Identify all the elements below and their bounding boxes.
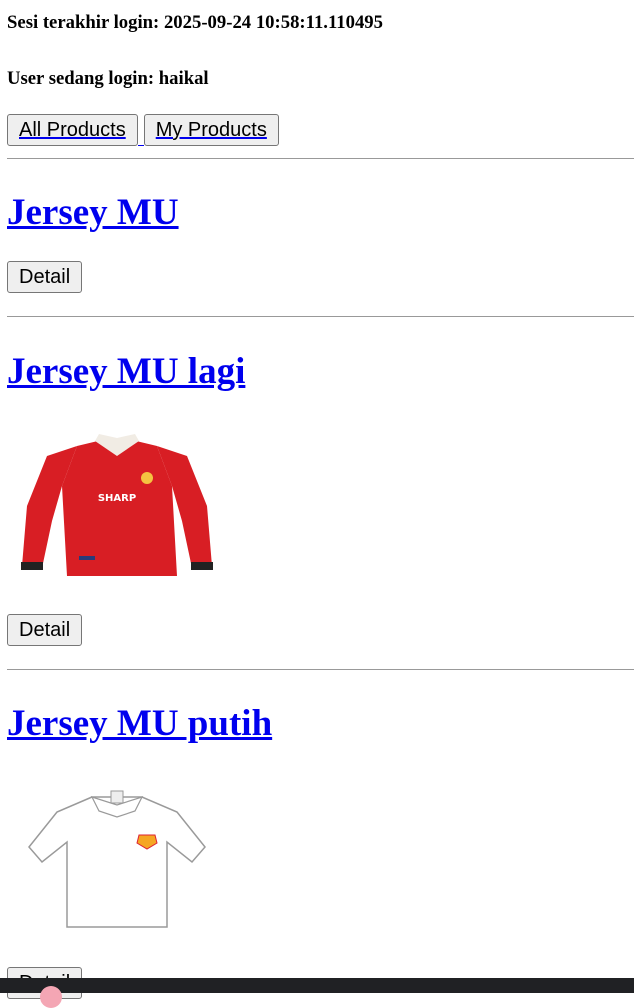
product-title: Jersey MU [7, 191, 634, 235]
product-name-link[interactable]: Jersey MU lagi [7, 351, 245, 392]
detail-button[interactable]: Detail [7, 614, 83, 646]
product-image: SHARP [7, 426, 634, 586]
taskbar [0, 978, 634, 1008]
product-name-link[interactable]: Jersey MU putih [7, 703, 272, 744]
all-products-button[interactable]: All Products [7, 114, 138, 146]
white-jersey-image [28, 790, 206, 928]
product-name-link[interactable]: Jersey MU [7, 192, 179, 233]
product-card: Jersey MU putih Detail [7, 670, 634, 999]
product-title: Jersey MU lagi [7, 350, 634, 394]
product-card: Jersey MU Detail [7, 159, 634, 293]
detail-button[interactable]: Detail [7, 261, 83, 293]
red-jersey-image: SHARP [21, 434, 213, 576]
product-title: Jersey MU putih [7, 702, 634, 746]
product-image [7, 777, 634, 937]
page: Sesi terakhir login: 2025-09-24 10:58:11… [0, 0, 634, 999]
my-products-link[interactable]: My Products [143, 114, 279, 146]
my-products-button[interactable]: My Products [143, 114, 279, 146]
product-filter-nav: All Products My Products [7, 114, 634, 146]
product-card: Jersey MU lagi SHARP Detail [7, 317, 634, 646]
sponsor-text: SHARP [98, 493, 136, 504]
avatar-icon[interactable] [40, 986, 62, 1008]
all-products-link[interactable]: All Products [7, 114, 144, 146]
current-user-text: User sedang login: haikal [7, 68, 209, 89]
last-login-text: Sesi terakhir login: 2025-09-24 10:58:11… [7, 12, 383, 33]
